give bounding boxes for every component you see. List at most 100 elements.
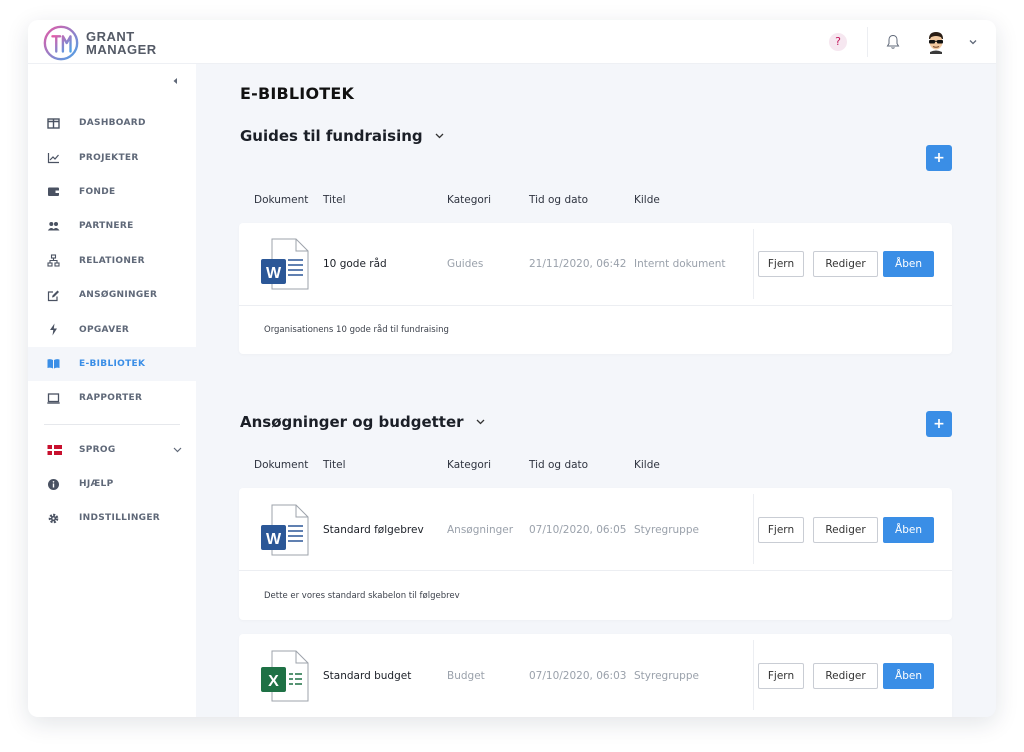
sidebar-item-ansogninger[interactable]: ANSØGNINGER: [28, 278, 196, 312]
remove-button[interactable]: Fjern: [758, 517, 804, 543]
sidebar-item-sprog[interactable]: SPROG: [28, 433, 196, 467]
open-button[interactable]: Åben: [883, 663, 934, 689]
sidebar-item-label: PARTNERE: [79, 221, 134, 232]
sidebar-item-opgaver[interactable]: OPGAVER: [28, 312, 196, 346]
document-card: W 10 gode råd Guides 21/11/2020, 06:42 I…: [239, 223, 952, 354]
document-card: X Standard budget Budget 07/10/2020, 06:…: [239, 634, 952, 717]
sidebar-item-label: E-BIBLIOTEK: [79, 358, 146, 369]
book-icon: [47, 359, 60, 369]
open-button[interactable]: Åben: [883, 517, 934, 543]
sitemap-icon: [47, 254, 60, 267]
sidebar-item-rapporter[interactable]: RAPPORTER: [28, 381, 196, 415]
column-header-title: Titel: [323, 459, 346, 471]
edit-button[interactable]: Rediger: [813, 663, 878, 689]
document-description: Dette er vores standard skabelon til føl…: [264, 591, 460, 601]
document-title: Standard budget: [323, 670, 412, 682]
document-category: Ansøgninger: [447, 524, 514, 536]
main-content: E-BIBLIOTEK Guides til fundraising + Dok…: [196, 64, 996, 717]
document-source: Internt dokument: [634, 258, 726, 270]
logo[interactable]: GRANT MANAGER: [42, 24, 157, 62]
topbar-actions: ?: [829, 20, 996, 64]
column-header-category: Kategori: [447, 194, 492, 206]
edit-button[interactable]: Rediger: [813, 251, 878, 277]
open-button[interactable]: Åben: [883, 251, 934, 277]
sidebar-item-hjaelp[interactable]: HJÆLP: [28, 467, 196, 501]
sidebar-item-fonde[interactable]: FONDE: [28, 175, 196, 209]
collapse-sidebar-icon[interactable]: [171, 76, 179, 86]
section-header[interactable]: Guides til fundraising: [240, 127, 444, 145]
sidebar-item-label: ANSØGNINGER: [79, 290, 158, 301]
document-category: Budget: [447, 670, 485, 682]
sidebar-item-partnere[interactable]: PARTNERE: [28, 209, 196, 243]
chevron-down-icon: [476, 419, 484, 425]
logo-mark-icon: [43, 25, 79, 61]
sidebar-item-label: INDSTILLINGER: [79, 513, 161, 524]
sidebar-item-label: DASHBOARD: [79, 118, 146, 129]
section-title: Ansøgninger og budgetter: [240, 413, 464, 431]
sidebar-item-dashboard[interactable]: DASHBOARD: [28, 106, 196, 140]
remove-button[interactable]: Fjern: [758, 251, 804, 277]
column-header-source: Kilde: [634, 194, 660, 206]
edit-icon: [47, 290, 59, 301]
remove-button[interactable]: Fjern: [758, 663, 804, 689]
sidebar: DASHBOARD PROJEKTER FONDE PARTNERE RELAT…: [28, 64, 196, 717]
chart-line-icon: [47, 153, 59, 164]
column-header-title: Titel: [323, 194, 346, 206]
column-header-datetime: Tid og dato: [529, 459, 589, 471]
card-separator: [239, 305, 952, 306]
bell-icon[interactable]: [886, 34, 900, 50]
svg-text:W: W: [266, 265, 282, 282]
sidebar-item-label: RAPPORTER: [79, 393, 143, 404]
document-title: Standard følgebrev: [323, 524, 424, 536]
sidebar-item-indstillinger[interactable]: INDSTILLINGER: [28, 501, 196, 535]
word-document-icon: W: [261, 238, 309, 290]
top-bar: GRANT MANAGER ?: [28, 20, 996, 64]
app-window: GRANT MANAGER ? DASHBOARD PROJEKTER FOND…: [28, 20, 996, 717]
sidebar-item-label: RELATIONER: [79, 255, 145, 266]
card-divider: [753, 229, 754, 299]
users-icon: [47, 221, 60, 231]
document-source: Styregruppe: [634, 670, 699, 682]
sidebar-item-projekter[interactable]: PROJEKTER: [28, 140, 196, 174]
document-title: 10 gode råd: [323, 258, 387, 270]
info-icon: [48, 478, 59, 490]
document-category: Guides: [447, 258, 484, 270]
help-button[interactable]: ?: [829, 33, 847, 51]
logo-text: GRANT MANAGER: [86, 30, 157, 56]
sidebar-item-label: FONDE: [79, 186, 116, 197]
chevron-down-icon: [435, 133, 444, 139]
sidebar-item-relationer[interactable]: RELATIONER: [28, 244, 196, 278]
add-document-button[interactable]: +: [926, 411, 952, 437]
edit-button[interactable]: Rediger: [813, 517, 878, 543]
sidebar-item-label: HJÆLP: [79, 479, 114, 490]
card-divider: [753, 640, 754, 710]
column-header-category: Kategori: [447, 459, 492, 471]
sidebar-item-e-bibliotek[interactable]: E-BIBLIOTEK: [28, 346, 196, 382]
card-divider: [753, 494, 754, 564]
dashboard-icon: [47, 117, 60, 129]
card-separator: [239, 570, 952, 571]
page-title: E-BIBLIOTEK: [240, 84, 355, 103]
svg-text:X: X: [268, 673, 279, 690]
document-description: Organisationens 10 gode råd til fundrais…: [264, 325, 449, 335]
word-document-icon: W: [261, 504, 309, 556]
sidebar-item-label: OPGAVER: [79, 324, 130, 335]
gear-icon: [48, 513, 59, 524]
laptop-icon: [47, 393, 60, 404]
document-datetime: 21/11/2020, 06:42: [529, 258, 627, 270]
document-datetime: 07/10/2020, 06:03: [529, 670, 627, 682]
chevron-down-icon: [173, 447, 182, 453]
add-document-button[interactable]: +: [926, 145, 952, 171]
column-header-document: Dokument: [254, 459, 309, 471]
topbar-divider: [867, 27, 868, 57]
document-datetime: 07/10/2020, 06:05: [529, 524, 627, 536]
sidebar-item-label: SPROG: [79, 444, 116, 455]
flag-dk-icon: [47, 445, 62, 456]
excel-document-icon: X: [261, 650, 309, 702]
avatar[interactable]: [924, 30, 948, 54]
sidebar-item-label: PROJEKTER: [79, 152, 139, 163]
svg-text:W: W: [266, 531, 282, 548]
account-menu-chevron-icon[interactable]: [968, 38, 978, 46]
section-header[interactable]: Ansøgninger og budgetter: [240, 413, 485, 431]
bolt-icon: [50, 323, 57, 336]
